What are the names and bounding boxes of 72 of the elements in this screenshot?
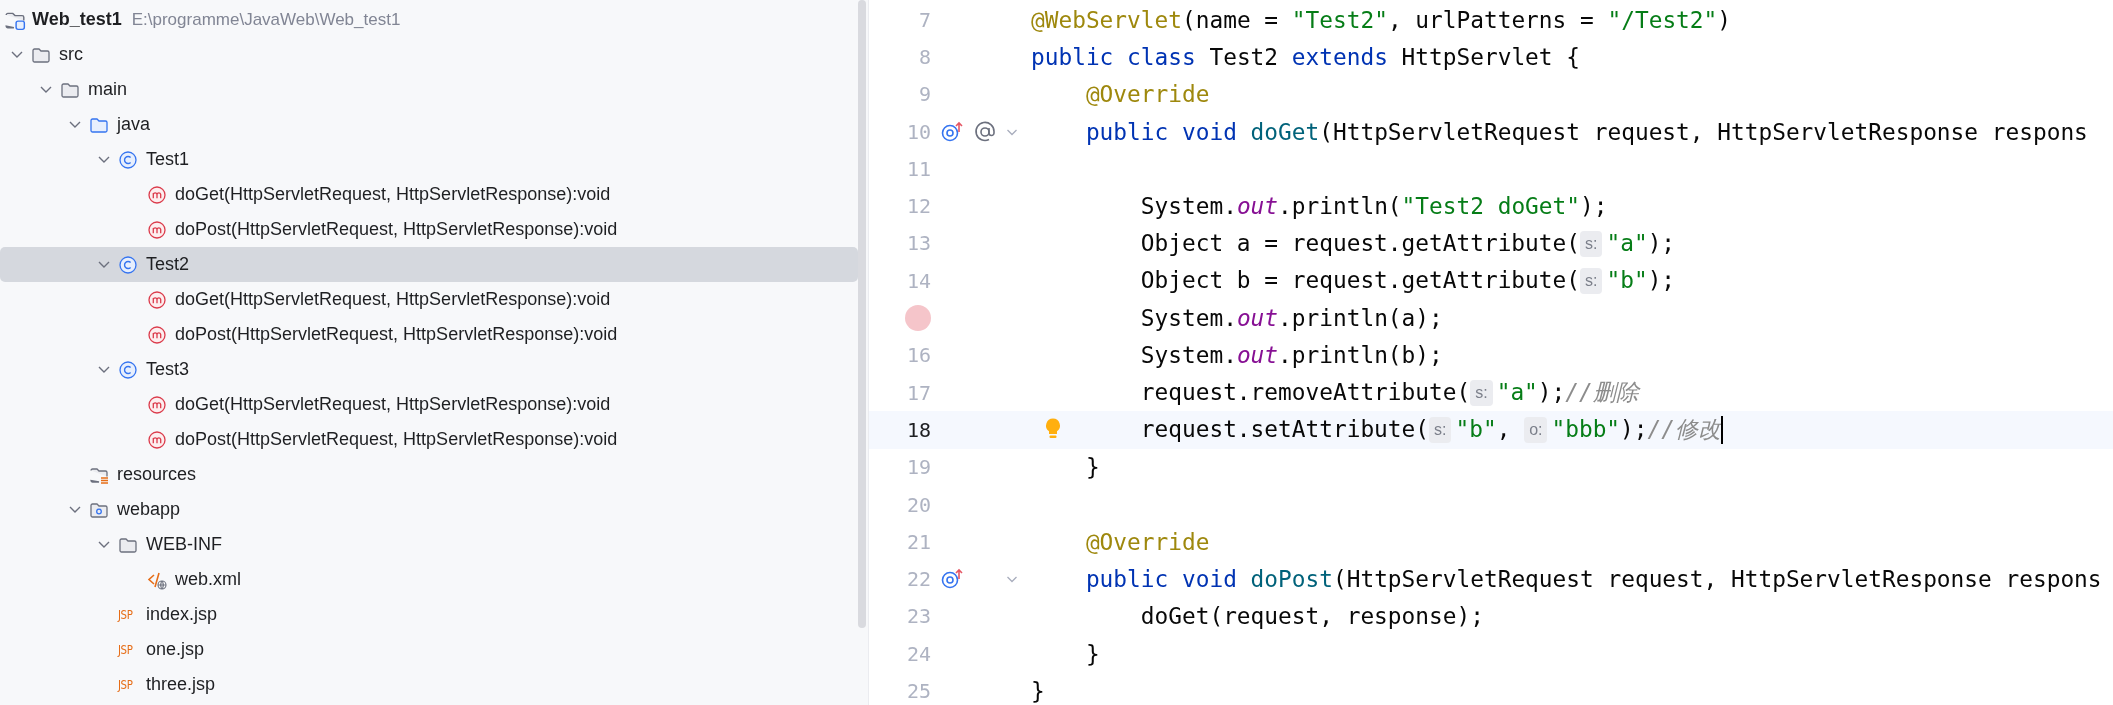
line-number: 20 [905,492,931,517]
code-line: public void doGet(HttpServletRequest request, HttpServletResponse respons [1084,118,2088,145]
annotation-icon[interactable] [973,119,997,144]
line-number: 7 [917,7,931,32]
line-number: 21 [905,529,931,554]
tree-item[interactable]: doGet(HttpServletRequest, HttpServletResponse):void [0,387,858,422]
tree-item[interactable]: Test3 [0,352,858,387]
line-number: 17 [905,380,931,405]
code-line: } [1031,678,1045,704]
tree-item[interactable]: JSP three.jsp [0,667,858,702]
tree-item[interactable]: Test1 [0,142,858,177]
code-line: public class Test2 extends HttpServlet { [1031,43,1580,70]
code-line: doGet(request, response); [1139,603,1484,630]
tree-item[interactable]: resources [0,457,858,492]
code-line: @WebServlet(name = "Test2", urlPatterns = "/Test2") [1031,6,1732,33]
method-icon [147,219,167,240]
code-line: public void doPost(HttpServletRequest request, HttpServletResponse respons [1084,566,2102,593]
method-icon [147,184,167,205]
override-icon[interactable] [940,119,964,144]
code-line: System.out.println("Test2 doGet"); [1139,193,1608,220]
class-icon [118,149,138,170]
line-number: 14 [905,268,931,293]
tree-item[interactable]: doGet(HttpServletRequest, HttpServletResponse):void [0,282,858,317]
line-number: 9 [917,82,931,107]
code-line: @Override [1084,528,1210,555]
file-type-label: JSP [118,642,134,657]
line-number: 19 [905,455,931,480]
tree-item[interactable]: doGet(HttpServletRequest, HttpServletResponse):void [0,177,858,212]
code-line: request.removeAttribute( s: "a");//删除 [1139,378,1639,409]
line-number: 11 [905,156,931,181]
code-line: @Override [1084,81,1210,108]
tree-item[interactable]: doPost(HttpServletRequest, HttpServletResponse):void [0,317,858,352]
tree-item[interactable]: main [0,72,858,107]
file-type-label: JSP [118,607,134,622]
code-line: Object b = request.getAttribute( s: "b"); [1139,267,1676,295]
line-number: 23 [905,604,931,629]
tree-item[interactable]: JSP index.jsp [0,597,858,632]
line-number: 10 [905,119,931,144]
line-number: 25 [905,679,931,703]
method-icon [147,429,167,450]
code-line: System.out.println(a); [1139,305,1443,331]
tree-item[interactable]: WEB-INF [0,527,858,562]
tree-item[interactable]: java [0,107,858,142]
code-line: } [1084,640,1100,667]
line-number: 12 [905,194,931,219]
line-number: 13 [905,231,931,256]
tree-item[interactable]: doPost(HttpServletRequest, HttpServletResponse):void [0,422,858,457]
class-icon [118,359,138,380]
code-line: } [1084,454,1100,481]
tree-item[interactable]: webapp [0,492,858,527]
tree-item[interactable]: doPost(HttpServletRequest, HttpServletResponse):void [0,212,858,247]
class-icon [118,254,138,275]
code-line: System.out.println(b); [1139,342,1443,369]
method-icon [147,324,167,345]
code-line: Object a = request.getAttribute( s: "a"); [1139,229,1676,257]
line-number: 22 [905,567,931,592]
tree-item[interactable]: web.xml [0,562,858,597]
code-line: request.setAttribute( s: "b", o: "bbb");//修改 [1139,415,1721,446]
tree-item[interactable]: JSP one.jsp [0,632,858,667]
line-number: 18 [905,417,931,442]
tree-item[interactable]: src [0,37,858,72]
scrollbar[interactable] [858,0,866,628]
line-number: 24 [905,641,931,666]
tree-item[interactable]: Test2 [0,247,858,282]
text-cursor [1721,415,1723,444]
file-type-label: JSP [118,677,134,692]
project-path: E:\programme\JavaWeb\Web_test1 [131,9,401,30]
project-name: Web_test1 [32,9,122,30]
method-icon [147,289,167,310]
line-number: 16 [905,343,931,368]
method-icon [147,394,167,415]
line-number: 8 [917,44,931,69]
